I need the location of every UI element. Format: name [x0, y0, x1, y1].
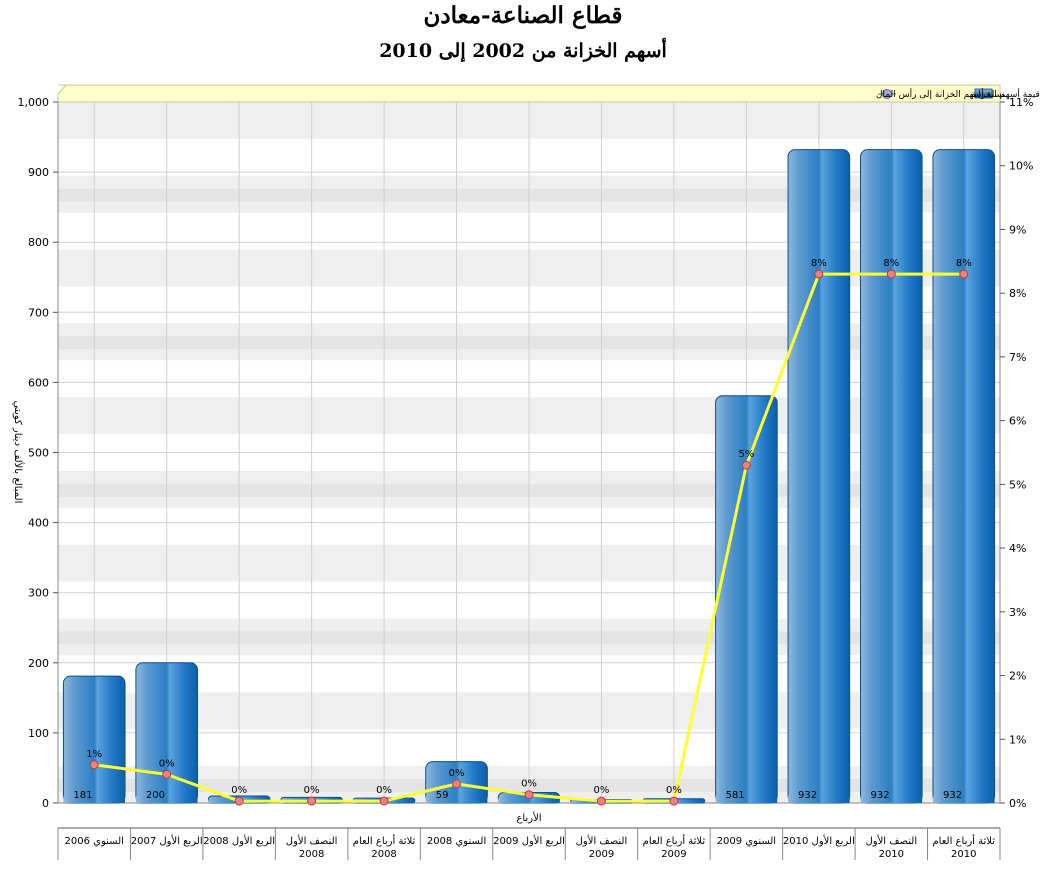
x-tick-label: ثلاثة أرباع العام: [353, 834, 416, 847]
x-tick-label: الربع الأول 2009: [493, 834, 565, 847]
y2-tick-label: 2%: [1009, 670, 1026, 683]
y2-tick-label: 3%: [1009, 606, 1026, 619]
line-marker: [234, 796, 244, 806]
line-marker: [162, 769, 172, 779]
y-tick-label: 800: [28, 236, 49, 249]
x-tick-label: ثلاثة أرباع العام: [932, 834, 995, 847]
line-marker: [814, 269, 824, 279]
x-tick-label: 2009: [661, 849, 686, 860]
line-value-label: 8%: [956, 258, 972, 269]
y2-tick-label: 6%: [1009, 415, 1026, 428]
x-tick-label: النصف الأول: [865, 834, 917, 847]
line-marker: [89, 760, 99, 770]
x-axis-title: الأرباع: [516, 811, 541, 824]
x-tick-label: 2009: [589, 849, 614, 860]
x-tick-label: الربع الأول 2007: [131, 834, 203, 847]
bar-value-label: 932: [943, 790, 962, 801]
y-tick-label: 500: [28, 447, 49, 460]
legend: قيمة أسهم الخزانة نسبة أسهم الخزانة إلى …: [57, 84, 1040, 103]
line-value-label: 1%: [86, 749, 102, 760]
y2-tick-label: 8%: [1009, 287, 1026, 300]
bar-value-label: 932: [871, 790, 890, 801]
x-tick-label: الربع الأول 2008: [203, 834, 275, 847]
bar: [62, 675, 126, 804]
line-value-label: 8%: [811, 258, 827, 269]
line-marker: [741, 460, 751, 470]
y2-tick-label: 4%: [1009, 542, 1026, 555]
y-axis-title: المبالغ بالألف دينار كويتي: [12, 401, 25, 504]
line-marker: [379, 796, 389, 806]
x-tick-label: 2008: [299, 849, 324, 860]
legend-background: [57, 84, 1001, 103]
line-value-label: 0%: [304, 785, 320, 796]
line-marker: [524, 790, 534, 800]
line-value-label: 0%: [666, 785, 682, 796]
line-value-label: 0%: [376, 785, 392, 796]
line-value-label: 5%: [738, 449, 754, 460]
y2-tick-label: 11%: [1009, 96, 1033, 109]
bar-value-label: 181: [73, 790, 92, 801]
line-value-label: 0%: [594, 785, 610, 796]
line-value-label: 0%: [521, 779, 537, 790]
x-tick-label: النصف الأول: [576, 834, 628, 847]
y-tick-label: 600: [28, 376, 49, 389]
y-axis-right: 0% 1% 2% 3% 4% 5% 6% 7% 8% 9% 10% 11%: [1000, 96, 1033, 810]
bar: [787, 149, 851, 804]
x-tick-label: السنوي 2009: [717, 836, 776, 847]
line-marker: [959, 269, 969, 279]
y2-tick-label: 10%: [1009, 160, 1033, 173]
x-axis: السنوي 2006 الربع الأول 2007 الربع الأول 2…: [57, 827, 1001, 860]
bar-value-label: 59: [436, 790, 449, 801]
x-tick-label: 2010: [951, 849, 976, 860]
y2-tick-label: 9%: [1009, 223, 1026, 236]
legend-label-line: نسبة أسهم الخزانة إلى رأس المال: [876, 88, 1005, 100]
line-value-label: 0%: [449, 768, 465, 779]
line-marker: [669, 796, 679, 806]
y-tick-label: 0: [42, 797, 49, 810]
x-tick-label: 2008: [371, 849, 396, 860]
y-tick-label: 200: [28, 657, 49, 670]
bar-value-label: 932: [798, 790, 817, 801]
line-value-label: 8%: [883, 258, 899, 269]
bar-value-label: 200: [146, 790, 165, 801]
line-value-label: 0%: [159, 758, 175, 769]
line-marker: [307, 796, 317, 806]
x-tick-label: ثلاثة أرباع العام: [643, 834, 706, 847]
y2-tick-label: 5%: [1009, 478, 1026, 491]
bar: [932, 149, 996, 804]
y-tick-label: 400: [28, 517, 49, 530]
y2-tick-label: 7%: [1009, 351, 1026, 364]
y-tick-label: 900: [28, 166, 49, 179]
y-tick-label: 100: [28, 727, 49, 740]
line-marker: [886, 269, 896, 279]
y-tick-label: 300: [28, 587, 49, 600]
line-marker: [596, 796, 606, 806]
y-tick-label: 1,000: [18, 96, 50, 109]
chart: قيمة أسهم الخزانة نسبة أسهم الخزانة إلى …: [12, 84, 1040, 860]
bar-value-label: 581: [726, 790, 745, 801]
x-tick-label: 2010: [879, 849, 904, 860]
y2-tick-label: 0%: [1009, 797, 1026, 810]
line-value-label: 0%: [231, 785, 247, 796]
x-tick-label: الربع الأول 2010: [783, 834, 855, 847]
x-tick-label: السنوي 2006: [65, 836, 124, 847]
x-tick-label: النصف الأول: [286, 834, 338, 847]
line-marker: [452, 779, 462, 789]
y2-tick-label: 1%: [1009, 733, 1026, 746]
x-tick-label: السنوي 2008: [427, 836, 486, 847]
y-tick-label: 700: [28, 306, 49, 319]
bar: [860, 149, 923, 804]
